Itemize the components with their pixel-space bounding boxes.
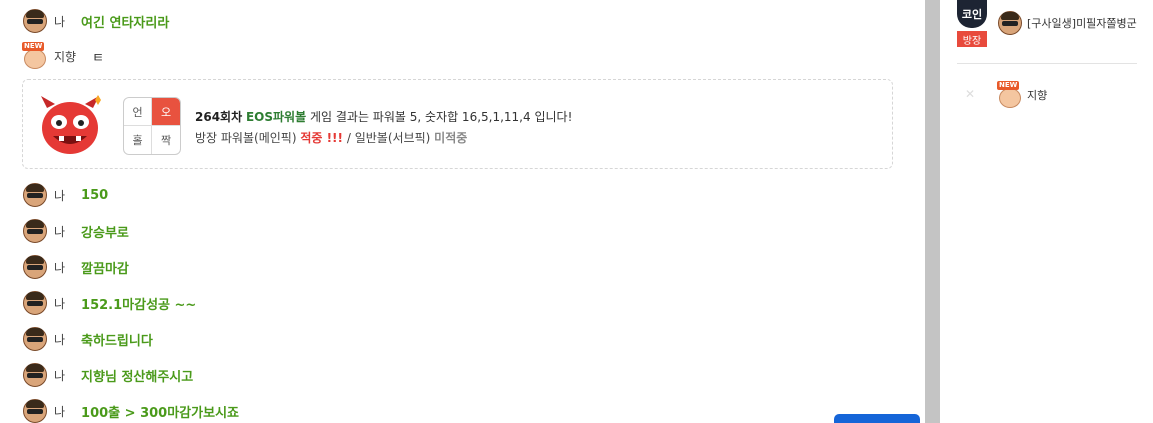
chat-scrollbar[interactable]: [925, 0, 940, 423]
message-user[interactable]: 나: [54, 13, 65, 30]
send-button[interactable]: [834, 414, 920, 423]
main-pick-label: 방장 파워볼(메인픽): [195, 131, 297, 145]
message-text: 깔끔마감: [81, 261, 129, 277]
me-avatar-icon[interactable]: [22, 218, 48, 244]
me-avatar-icon[interactable]: [22, 8, 48, 34]
me-avatar-icon[interactable]: [22, 398, 48, 423]
message-user[interactable]: 나: [54, 187, 65, 204]
sub-pick-result: 미적중: [434, 131, 468, 145]
pick-line: 방장 파워볼(메인픽) 적중 !!! / 일반볼(서브픽) 미적중: [195, 129, 467, 146]
host-user[interactable]: [구사일생]미필자쫄병군: [997, 10, 1137, 36]
chat-message: 나 152.1마감성공 ~~: [22, 291, 196, 315]
message-user[interactable]: 나: [54, 223, 65, 240]
chat-message: 나 여긴 연타자리라: [22, 9, 169, 33]
me-avatar-icon[interactable]: [22, 182, 48, 208]
me-avatar-icon: [997, 10, 1023, 36]
member-user[interactable]: NEW 지향: [997, 81, 1047, 108]
message-user[interactable]: 나: [54, 367, 65, 384]
chat-message: 나 깔끔마감: [22, 255, 129, 279]
divider: [957, 63, 1137, 64]
message-text: 150: [81, 187, 109, 203]
member-user-name[interactable]: 지향: [1027, 87, 1047, 103]
round-number: 264회차: [195, 110, 243, 124]
message-user[interactable]: 나: [54, 295, 65, 312]
me-avatar-icon[interactable]: [22, 362, 48, 388]
me-avatar-icon[interactable]: [22, 254, 48, 280]
message-text: 152.1마감성공 ~~: [81, 297, 197, 313]
message-text: 지향님 정산해주시고: [81, 369, 194, 385]
member-sidebar: 코인 방장 [구사일생]미필자쫄병군 ✕ NEW 지향: [941, 0, 1153, 423]
message-user[interactable]: 나: [54, 331, 65, 348]
message-user[interactable]: 나: [54, 403, 65, 420]
chat-message: 나 지향님 정산해주시고: [22, 363, 193, 387]
result-grid: 언 오 홀 짝: [123, 97, 181, 155]
game-name: EOS파워볼: [245, 110, 307, 124]
new-user-avatar-icon: NEW: [997, 81, 1023, 108]
chat-message: 나 100출 > 300마감가보시죠: [22, 399, 239, 423]
message-text: 100출 > 300마감가보시죠: [81, 405, 239, 421]
me-avatar-icon[interactable]: [22, 290, 48, 316]
result-cell-active: 오: [152, 98, 180, 126]
host-logo-icon: 코인: [957, 0, 987, 28]
message-user[interactable]: 지향: [54, 48, 76, 65]
result-cell: 짝: [160, 134, 172, 147]
devil-mascot-icon: [41, 95, 101, 154]
message-text: 여긴 연타자리라: [81, 15, 170, 31]
main-pick-result: 적중 !!!: [300, 131, 344, 145]
new-user-avatar-icon[interactable]: NEW: [22, 42, 48, 69]
result-cell: 언: [124, 98, 152, 126]
result-text: 게임 결과는 파워볼 5, 숫자합 16,5,1,11,4 입니다!: [309, 110, 573, 124]
message-text: 강승부로: [81, 225, 129, 241]
result-cell: 홀: [124, 126, 152, 154]
result-line: 264회차 EOS파워볼 게임 결과는 파워볼 5, 숫자합 16,5,1,11…: [195, 108, 572, 125]
separator: /: [346, 131, 351, 145]
host-badge: 방장: [957, 31, 987, 47]
chat-message: 나 150: [22, 183, 108, 207]
message-text: 축하드립니다: [81, 333, 153, 349]
message-user[interactable]: 나: [54, 259, 65, 276]
message-text: ㅌ: [92, 50, 105, 66]
chat-panel: 나 여긴 연타자리라 NEW 지향 ㅌ 언 오 홀 짝 264회차 EOS파워볼…: [0, 0, 925, 423]
chat-message: 나 축하드립니다: [22, 327, 153, 351]
mute-icon[interactable]: ✕: [965, 87, 977, 101]
chat-message: NEW 지향 ㅌ: [22, 42, 105, 69]
chat-message: 나 강승부로: [22, 219, 129, 243]
sub-pick-label: 일반볼(서브픽): [354, 131, 431, 145]
game-result-card: 언 오 홀 짝 264회차 EOS파워볼 게임 결과는 파워볼 5, 숫자합 1…: [22, 79, 893, 169]
me-avatar-icon[interactable]: [22, 326, 48, 352]
host-user-name[interactable]: [구사일생]미필자쫄병군: [1027, 15, 1137, 31]
